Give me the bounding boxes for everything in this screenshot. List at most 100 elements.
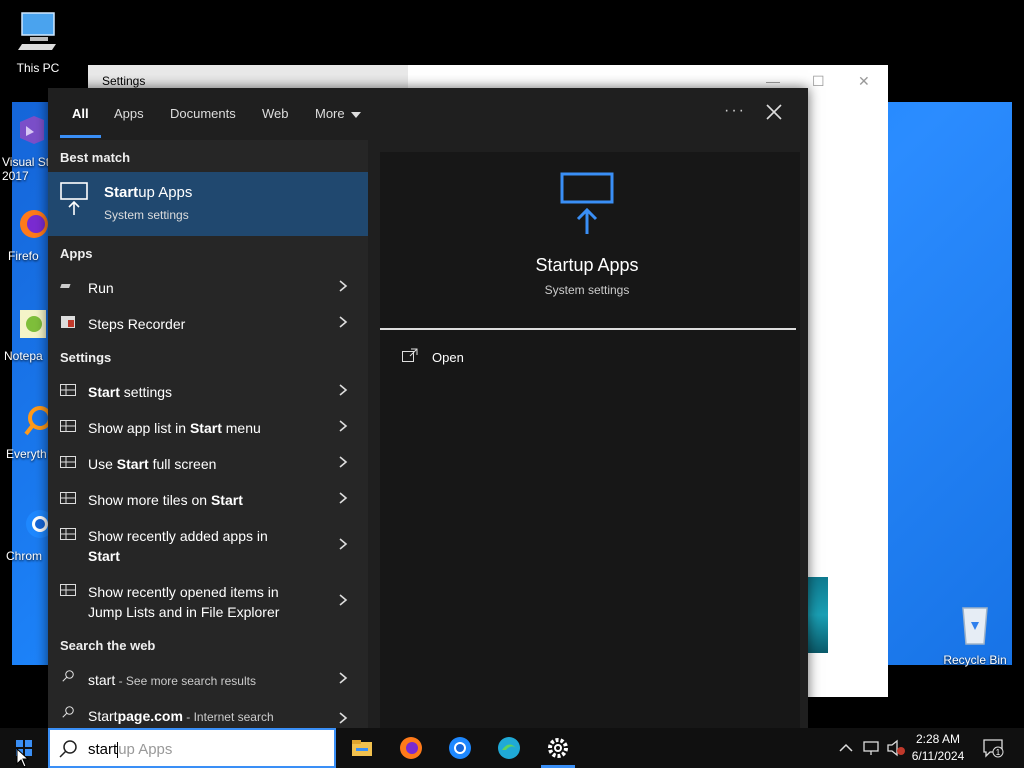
chevron-right-icon[interactable]	[338, 316, 348, 328]
search-icon	[62, 670, 74, 682]
best-match-item[interactable]: Startup Apps System settings	[48, 172, 368, 236]
settings-page-icon	[60, 384, 76, 396]
desktop-icon-firefox[interactable]: Firefo	[8, 206, 52, 263]
label-pre: Show more tiles on	[88, 492, 211, 508]
web-result-start[interactable]: start - See more search results	[48, 660, 368, 696]
desktop-icon-recycle-bin[interactable]: Recycle Bin	[937, 602, 1013, 667]
mouse-cursor-icon	[16, 748, 30, 768]
chrome-taskbar-icon[interactable]	[444, 732, 476, 764]
action-center-icon[interactable]: 1	[982, 738, 1004, 758]
start-button[interactable]	[0, 728, 48, 768]
desktop-icon-label: Notepa	[4, 349, 43, 363]
settings-page-icon	[60, 456, 76, 468]
settings-page-icon	[60, 420, 76, 432]
file-explorer-icon[interactable]	[346, 732, 378, 764]
desktop-icon-everything[interactable]: Everyth	[6, 404, 52, 461]
minimize-button[interactable]: —	[766, 73, 780, 89]
result-label: Steps Recorder	[88, 316, 186, 332]
clock-time: 2:28 AM	[915, 732, 961, 746]
label-post: full screen	[148, 456, 217, 472]
close-button[interactable]: ✕	[858, 73, 870, 90]
clock-date: 6/11/2024	[911, 749, 965, 763]
web-result-startpage[interactable]: Startpage.com - Internet search	[48, 696, 368, 728]
close-icon[interactable]	[764, 100, 784, 124]
label-bold: Start	[116, 456, 149, 472]
settings-title: Settings	[102, 74, 146, 88]
chevron-right-icon[interactable]	[338, 456, 348, 468]
chevron-right-icon[interactable]	[338, 492, 348, 504]
label-pre: Show app list in	[88, 420, 190, 436]
settings-image	[808, 577, 828, 653]
tab-web[interactable]: Web	[262, 106, 289, 121]
settings-result-more-tiles[interactable]: Show more tiles on Start	[48, 480, 368, 516]
preview-title: Startup Apps	[535, 255, 639, 275]
result-label: Use Start full screen	[88, 454, 216, 474]
settings-result-recently-opened[interactable]: Show recently opened items in Jump Lists …	[48, 572, 368, 628]
active-tab-indicator	[60, 135, 101, 138]
result-label: Run	[88, 280, 114, 296]
desktop-icon-this-pc[interactable]: This PC	[0, 10, 76, 75]
network-icon[interactable]	[862, 740, 880, 756]
section-best-match: Best match	[60, 150, 131, 165]
firefox-icon	[20, 210, 48, 238]
result-label: Show more tiles on Start	[88, 490, 243, 510]
result-label: Start settings	[88, 382, 172, 402]
label-post: menu	[221, 420, 261, 436]
results-list: Best match Startup Apps System settings …	[48, 140, 368, 728]
search-icon	[62, 706, 74, 718]
taskbar-search-input[interactable]: startup Apps	[48, 728, 336, 768]
desktop-icon-label: Chrom	[6, 549, 43, 563]
label-line1: Show recently added apps in	[88, 528, 268, 544]
tab-more-label: More	[315, 106, 345, 121]
best-match-title: Startup Apps	[104, 184, 192, 201]
tab-apps[interactable]: Apps	[114, 106, 144, 121]
web-sub: - See more search results	[115, 674, 256, 688]
desktop-icon-label: Recycle Bin	[943, 653, 1007, 667]
maximize-button[interactable]: ☐	[812, 73, 825, 90]
caret-down-icon	[350, 111, 361, 118]
tab-more[interactable]: More	[315, 106, 361, 121]
app-result-run[interactable]: Run	[48, 268, 368, 304]
web-term: Start	[88, 708, 118, 724]
more-options-button[interactable]: ···	[724, 102, 746, 120]
settings-result-show-app-list[interactable]: Show app list in Start menu	[48, 408, 368, 444]
desktop-icon-notepad[interactable]: Notepa	[4, 306, 50, 363]
chevron-right-icon[interactable]	[338, 384, 348, 396]
desktop-icon-label: Visual St 2017	[2, 155, 50, 183]
recycle-bin-icon	[962, 607, 988, 645]
settings-result-full-screen[interactable]: Use Start full screen	[48, 444, 368, 480]
web-term: start	[88, 672, 116, 688]
settings-result-recently-added[interactable]: Show recently added apps in Start	[48, 516, 368, 572]
preview-subtitle: System settings	[544, 283, 630, 297]
chevron-right-icon[interactable]	[338, 712, 348, 724]
app-result-steps-recorder[interactable]: Steps Recorder	[48, 304, 368, 340]
firefox-taskbar-icon[interactable]	[395, 732, 427, 764]
visual-studio-icon	[20, 116, 44, 144]
tab-documents[interactable]: Documents	[170, 106, 236, 121]
desktop-icon-chrome[interactable]: Chrom	[6, 506, 54, 563]
settings-result-start-settings[interactable]: Start settings	[48, 372, 368, 408]
chevron-up-icon[interactable]	[838, 740, 854, 756]
edge-taskbar-icon[interactable]	[493, 732, 525, 764]
chevron-right-icon[interactable]	[338, 594, 348, 606]
notepad-plus-plus-icon	[20, 310, 46, 338]
result-label: Show recently opened items in Jump Lists …	[88, 582, 279, 622]
chevron-right-icon[interactable]	[338, 672, 348, 684]
search-query: startup Apps	[88, 741, 173, 759]
result-label: Show app list in Start menu	[88, 418, 261, 438]
section-search-the-web: Search the web	[60, 638, 156, 653]
chevron-right-icon[interactable]	[338, 538, 348, 550]
system-clock[interactable]: 2:28 AM 6/11/2024	[900, 731, 976, 765]
settings-gear-icon[interactable]	[542, 732, 574, 764]
chevron-right-icon[interactable]	[338, 420, 348, 432]
open-action[interactable]: Open	[402, 348, 464, 365]
label-bold: Start	[189, 420, 222, 436]
search-autocomplete-hint: up Apps	[118, 741, 173, 758]
chevron-right-icon[interactable]	[338, 280, 348, 292]
startup-apps-icon	[60, 182, 88, 215]
tab-all[interactable]: All	[72, 106, 89, 121]
open-label: Open	[432, 350, 464, 365]
preview-divider	[380, 328, 796, 330]
best-match-subtitle: System settings	[104, 208, 189, 222]
desktop-icon-visual-studio[interactable]: Visual St 2017	[2, 112, 50, 183]
